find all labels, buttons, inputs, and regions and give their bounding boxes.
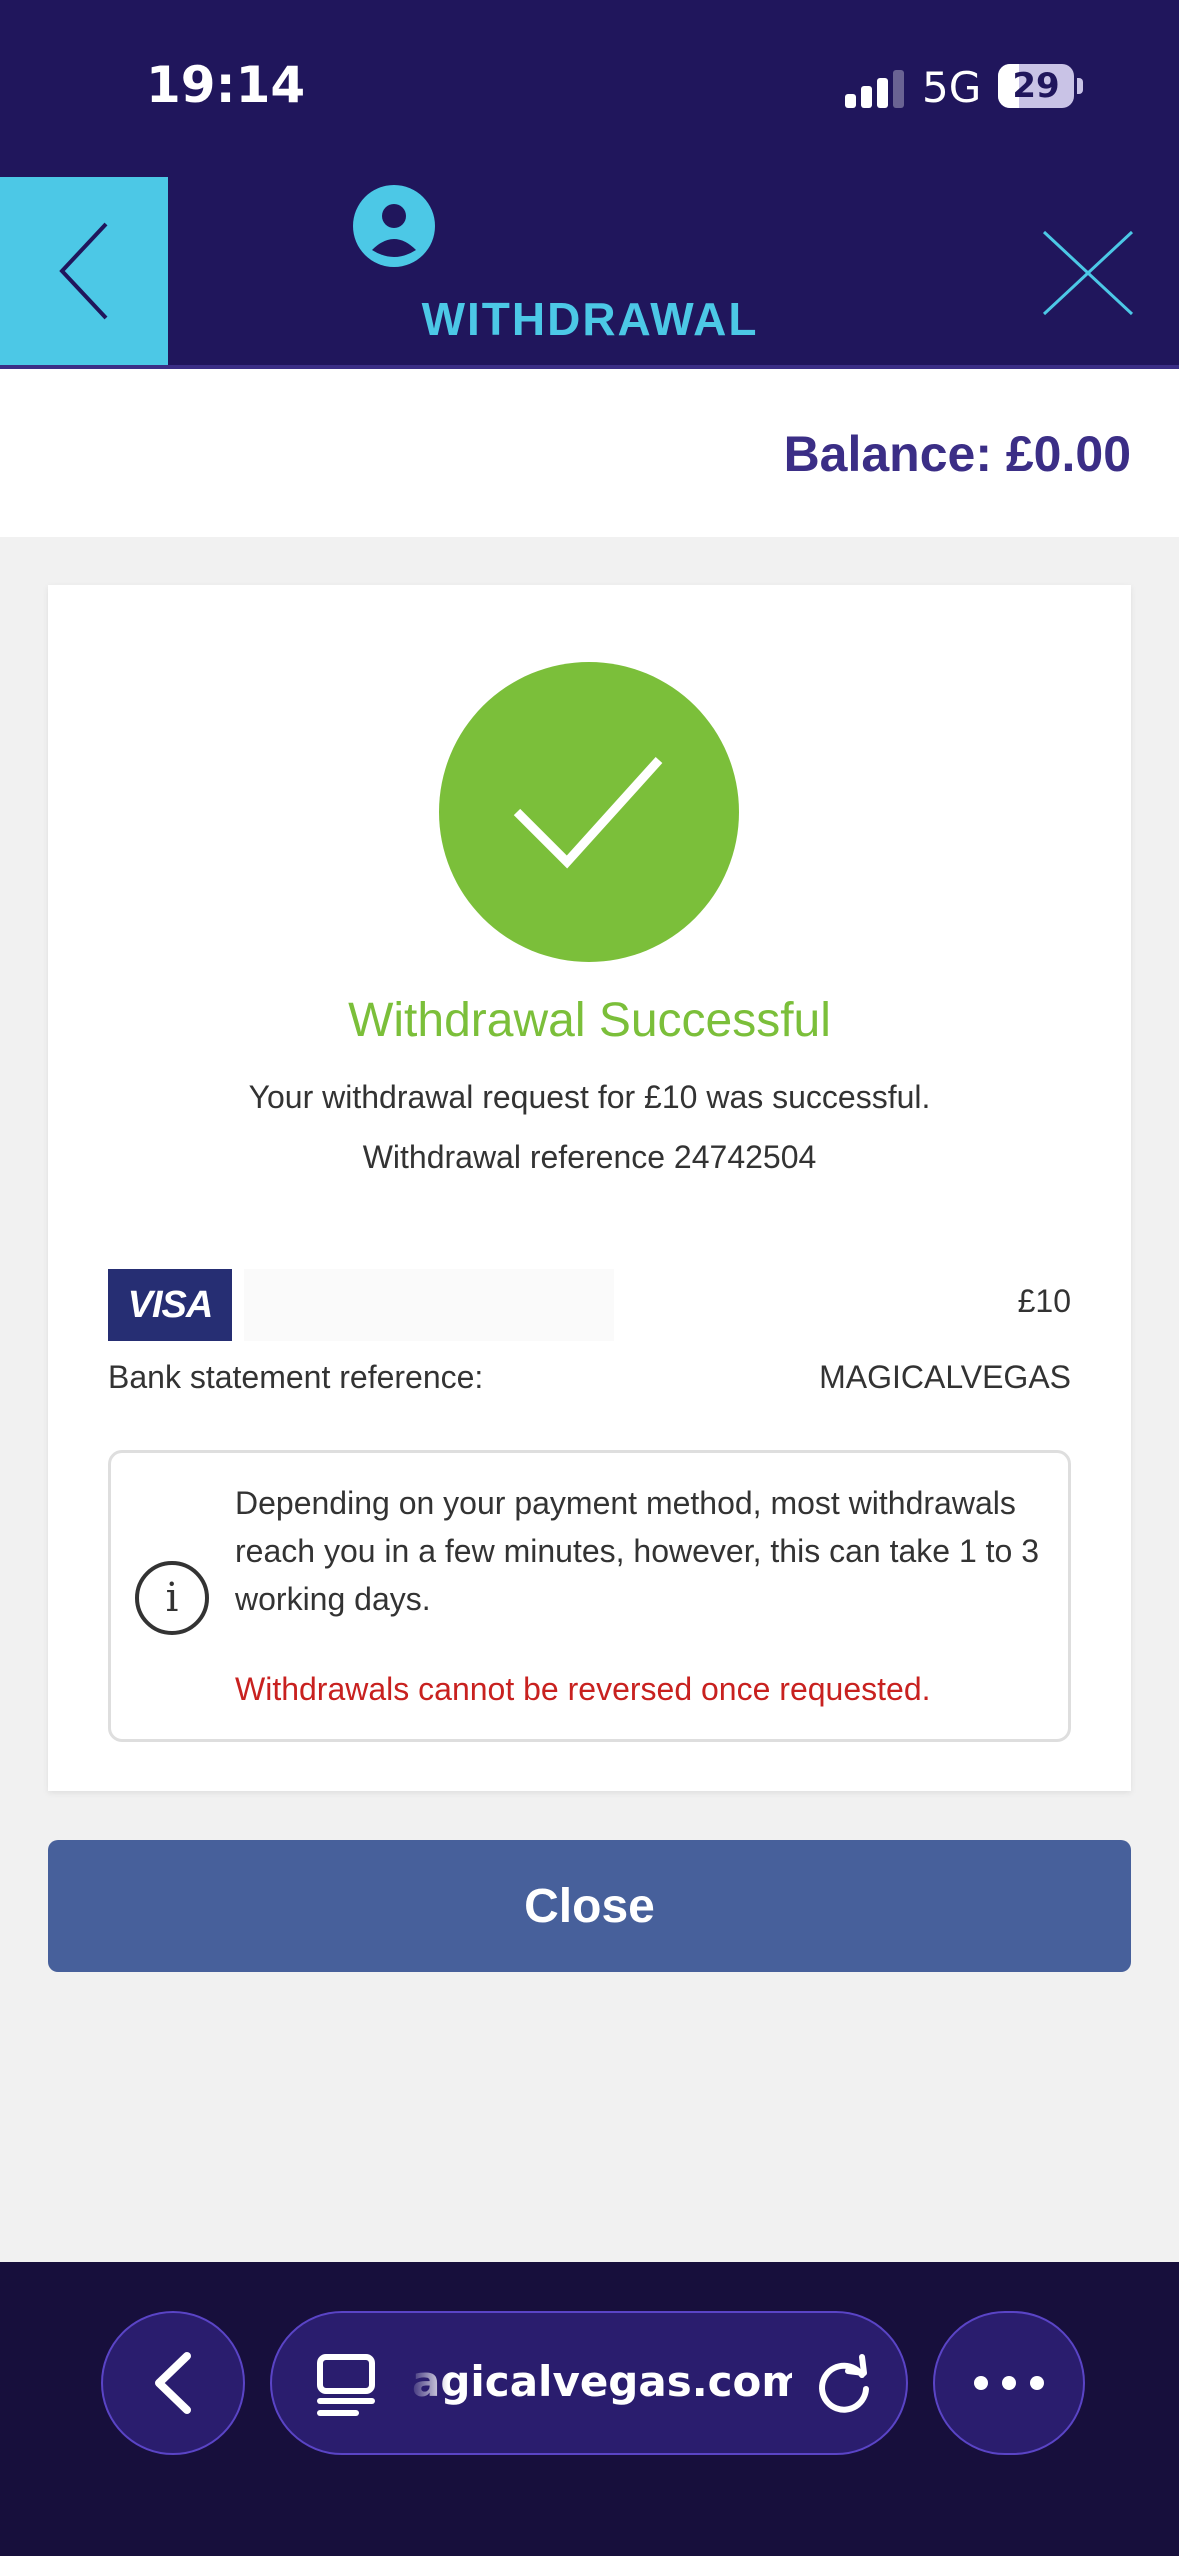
user-circle-icon bbox=[353, 185, 435, 267]
back-button[interactable] bbox=[0, 177, 168, 365]
visa-logo: VISA bbox=[108, 1269, 232, 1341]
warning-text: Withdrawals cannot be reversed once requ… bbox=[235, 1671, 931, 1707]
balance-label: Balance: £0.00 bbox=[783, 426, 1131, 482]
close-button[interactable]: Close bbox=[48, 1840, 1131, 1972]
balance-bar: Balance: £0.00 bbox=[0, 369, 1179, 537]
battery-level: 29 bbox=[1012, 66, 1060, 106]
address-bar[interactable]: agicalvegas.com bbox=[270, 2311, 908, 2455]
chevron-left-icon bbox=[155, 2352, 191, 2414]
info-notice: i Depending on your payment method, most… bbox=[108, 1450, 1071, 1742]
masked-card-number bbox=[244, 1269, 614, 1341]
close-icon[interactable] bbox=[1040, 228, 1136, 318]
battery-tip bbox=[1077, 78, 1083, 94]
status-time: 19:14 bbox=[146, 56, 306, 114]
withdrawal-amount: £10 bbox=[1017, 1283, 1071, 1319]
app-header: 19:14 5G 29 WITHDRAWAL bbox=[0, 0, 1179, 369]
success-message: Your withdrawal request for £10 was succ… bbox=[248, 1079, 931, 1115]
bank-reference-value: MAGICALVEGAS bbox=[819, 1359, 1071, 1395]
more-button[interactable] bbox=[933, 2311, 1085, 2455]
url-text: agicalvegas.com bbox=[412, 2357, 792, 2406]
browser-toolbar: agicalvegas.com bbox=[0, 2262, 1179, 2556]
tabs-icon bbox=[317, 2354, 375, 2416]
bank-reference-label: Bank statement reference: bbox=[108, 1359, 484, 1395]
signal-strength-icon bbox=[845, 68, 905, 108]
network-type: 5G bbox=[922, 63, 982, 112]
browser-back-button[interactable] bbox=[101, 2311, 245, 2455]
reload-icon[interactable] bbox=[812, 2353, 876, 2417]
withdrawal-reference: Withdrawal reference 24742504 bbox=[362, 1139, 817, 1175]
battery-icon: 29 bbox=[998, 64, 1074, 108]
info-text: Depending on your payment method, most w… bbox=[235, 1485, 1039, 1617]
url-fade bbox=[408, 2351, 448, 2417]
withdrawal-result-card: Withdrawal Successful Your withdrawal re… bbox=[48, 585, 1131, 1791]
success-badge bbox=[439, 662, 739, 962]
more-icon bbox=[974, 2376, 1044, 2390]
checkmark-icon bbox=[513, 756, 663, 869]
success-title: Withdrawal Successful bbox=[348, 994, 831, 1047]
chevron-left-icon bbox=[59, 222, 108, 320]
page-title: WITHDRAWAL bbox=[421, 293, 759, 345]
info-icon: i bbox=[135, 1561, 209, 1635]
